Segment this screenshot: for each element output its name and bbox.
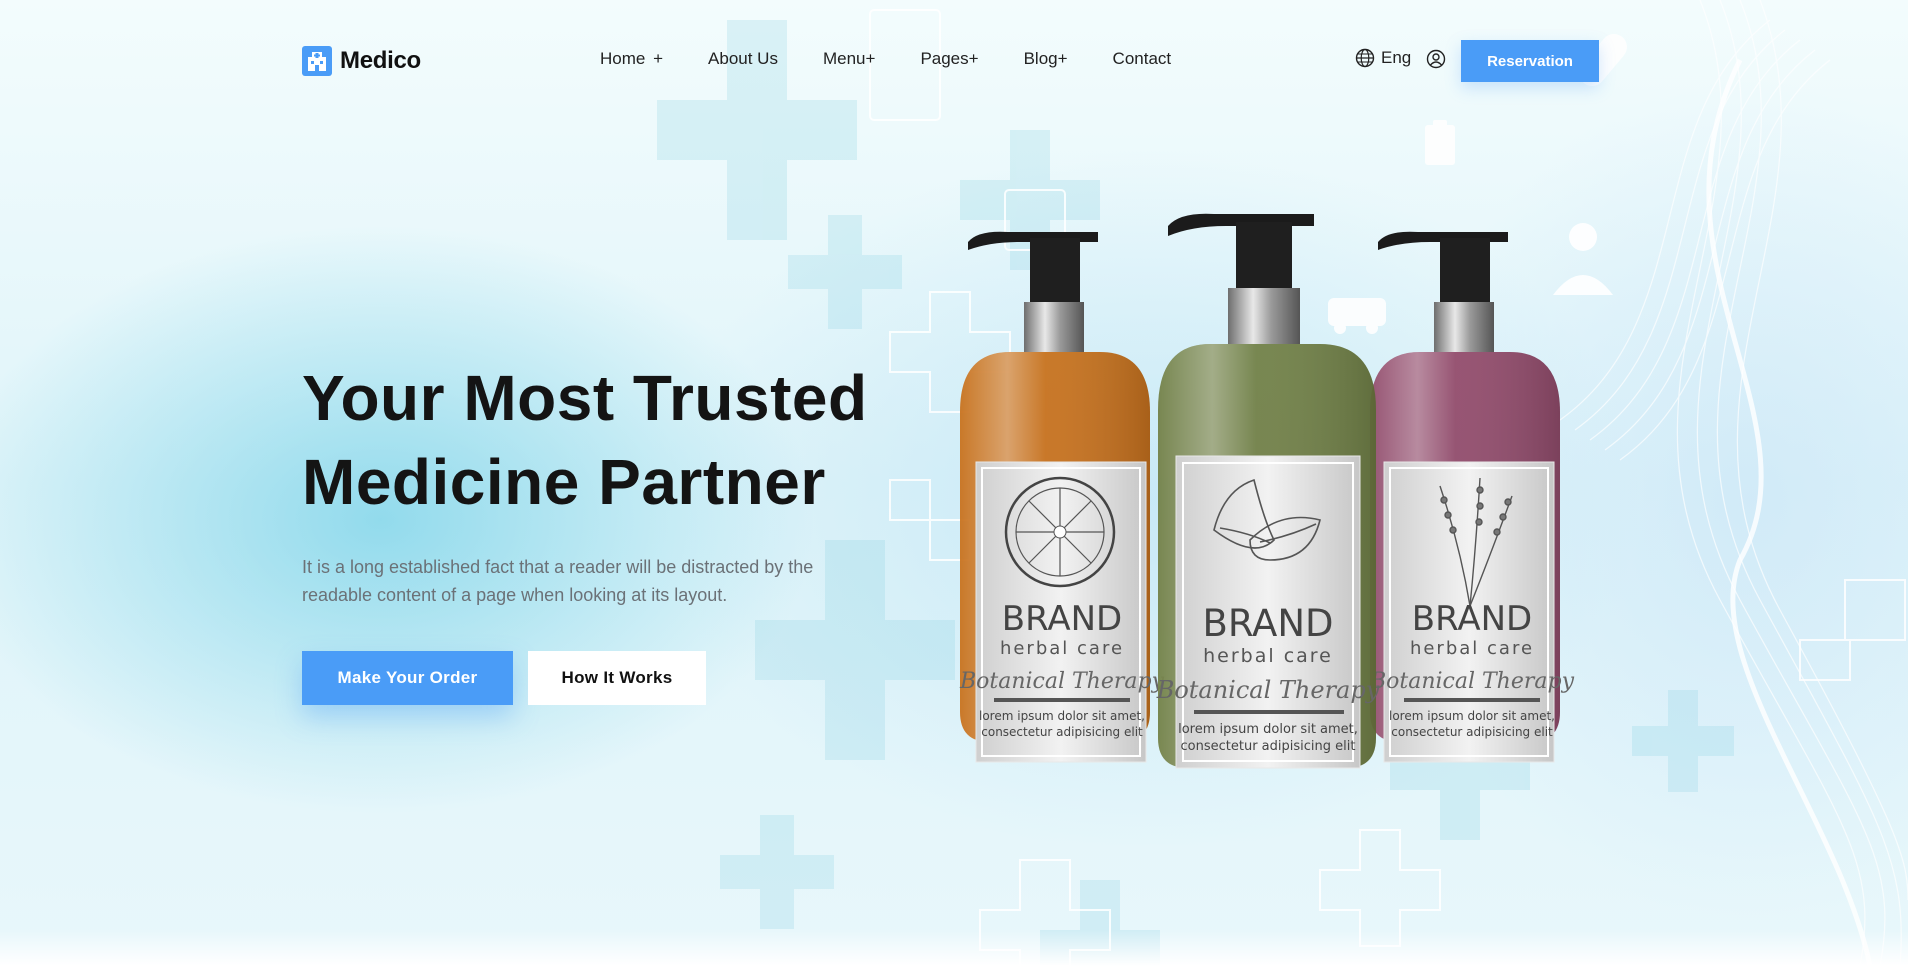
product-bottles-image: BRAND herbal care Botanical Therapy lore… xyxy=(959,213,1575,769)
product-bottle-orange: BRAND herbal care Botanical Therapy lore… xyxy=(959,231,1165,763)
user-icon xyxy=(1426,49,1446,69)
product-body-line-2: consectetur adipisicing elit xyxy=(981,725,1143,739)
nav-expand-indicator: + xyxy=(865,49,876,68)
citrus-slice-icon xyxy=(1004,476,1116,588)
brand-name: Medico xyxy=(340,47,421,74)
product-body-line-1: lorem ipsum dolor sit amet, xyxy=(979,709,1145,723)
hero-section: Medico Home + About Us Menu+ Pages+ Blog… xyxy=(0,0,1908,966)
hero-title: Your Most Trusted Medicine Partner xyxy=(302,356,922,524)
hero-title-line-2: Medicine Partner xyxy=(302,446,826,518)
product-brand-label: BRAND xyxy=(1412,599,1532,639)
product-body-line-1: lorem ipsum dolor sit amet, xyxy=(1389,709,1555,723)
product-script-label: Botanical Therapy xyxy=(1156,676,1380,704)
nav-expand-indicator: + xyxy=(968,49,979,68)
nav-item-label: Blog xyxy=(1023,49,1058,68)
hospital-icon xyxy=(302,46,332,76)
brand-logo[interactable]: Medico xyxy=(302,46,421,76)
product-brand-label: BRAND xyxy=(1002,599,1122,639)
account-button[interactable] xyxy=(1426,49,1446,74)
nav-expand-indicator: + xyxy=(653,49,664,68)
nav-item-label: Pages xyxy=(920,49,969,68)
product-body-line-2: consectetur adipisicing elit xyxy=(1391,725,1553,739)
nav-item-home[interactable]: Home + xyxy=(600,49,663,69)
language-label: Eng xyxy=(1381,48,1412,67)
main-nav: Home + About Us Menu+ Pages+ Blog+ Conta… xyxy=(600,49,1216,69)
nav-item-label: Contact xyxy=(1112,49,1172,68)
nav-item-contact[interactable]: Contact xyxy=(1113,49,1172,69)
hero-description: It is a long established fact that a rea… xyxy=(302,557,814,605)
globe-icon xyxy=(1355,48,1375,68)
nav-item-label: Menu xyxy=(822,49,866,68)
hero-title-line-1: Your Most Trusted xyxy=(302,362,868,434)
product-brand-label: BRAND xyxy=(1202,602,1333,645)
product-script-label: Botanical Therapy xyxy=(959,669,1165,694)
product-body-line-2: consectetur adipisicing elit xyxy=(1181,739,1356,754)
nav-expand-indicator: + xyxy=(1057,49,1068,68)
product-line-label: herbal care xyxy=(1203,645,1333,667)
product-bottle-green: BRAND herbal care Botanical Therapy lore… xyxy=(1156,213,1380,769)
nav-item-blog[interactable]: Blog+ xyxy=(1024,49,1068,69)
how-it-works-button[interactable]: How It Works xyxy=(528,651,706,705)
nav-item-about-us[interactable]: About Us xyxy=(708,49,778,69)
reservation-button[interactable]: Reservation xyxy=(1461,40,1599,82)
make-order-button[interactable]: Make Your Order xyxy=(302,651,513,705)
nav-item-label: Home xyxy=(600,49,646,68)
nav-item-pages[interactable]: Pages+ xyxy=(920,49,978,69)
nav-item-label: About Us xyxy=(708,49,778,68)
language-selector[interactable]: Eng xyxy=(1355,48,1411,68)
section-divider xyxy=(0,930,1908,966)
nav-item-menu[interactable]: Menu+ xyxy=(823,49,875,69)
product-bottle-purple: BRAND herbal care Botanical Therapy lore… xyxy=(1369,231,1575,763)
product-line-label: herbal care xyxy=(1410,638,1534,659)
product-body-line-1: lorem ipsum dolor sit amet, xyxy=(1178,722,1358,737)
product-line-label: herbal care xyxy=(1000,638,1124,659)
product-script-label: Botanical Therapy xyxy=(1369,669,1575,694)
